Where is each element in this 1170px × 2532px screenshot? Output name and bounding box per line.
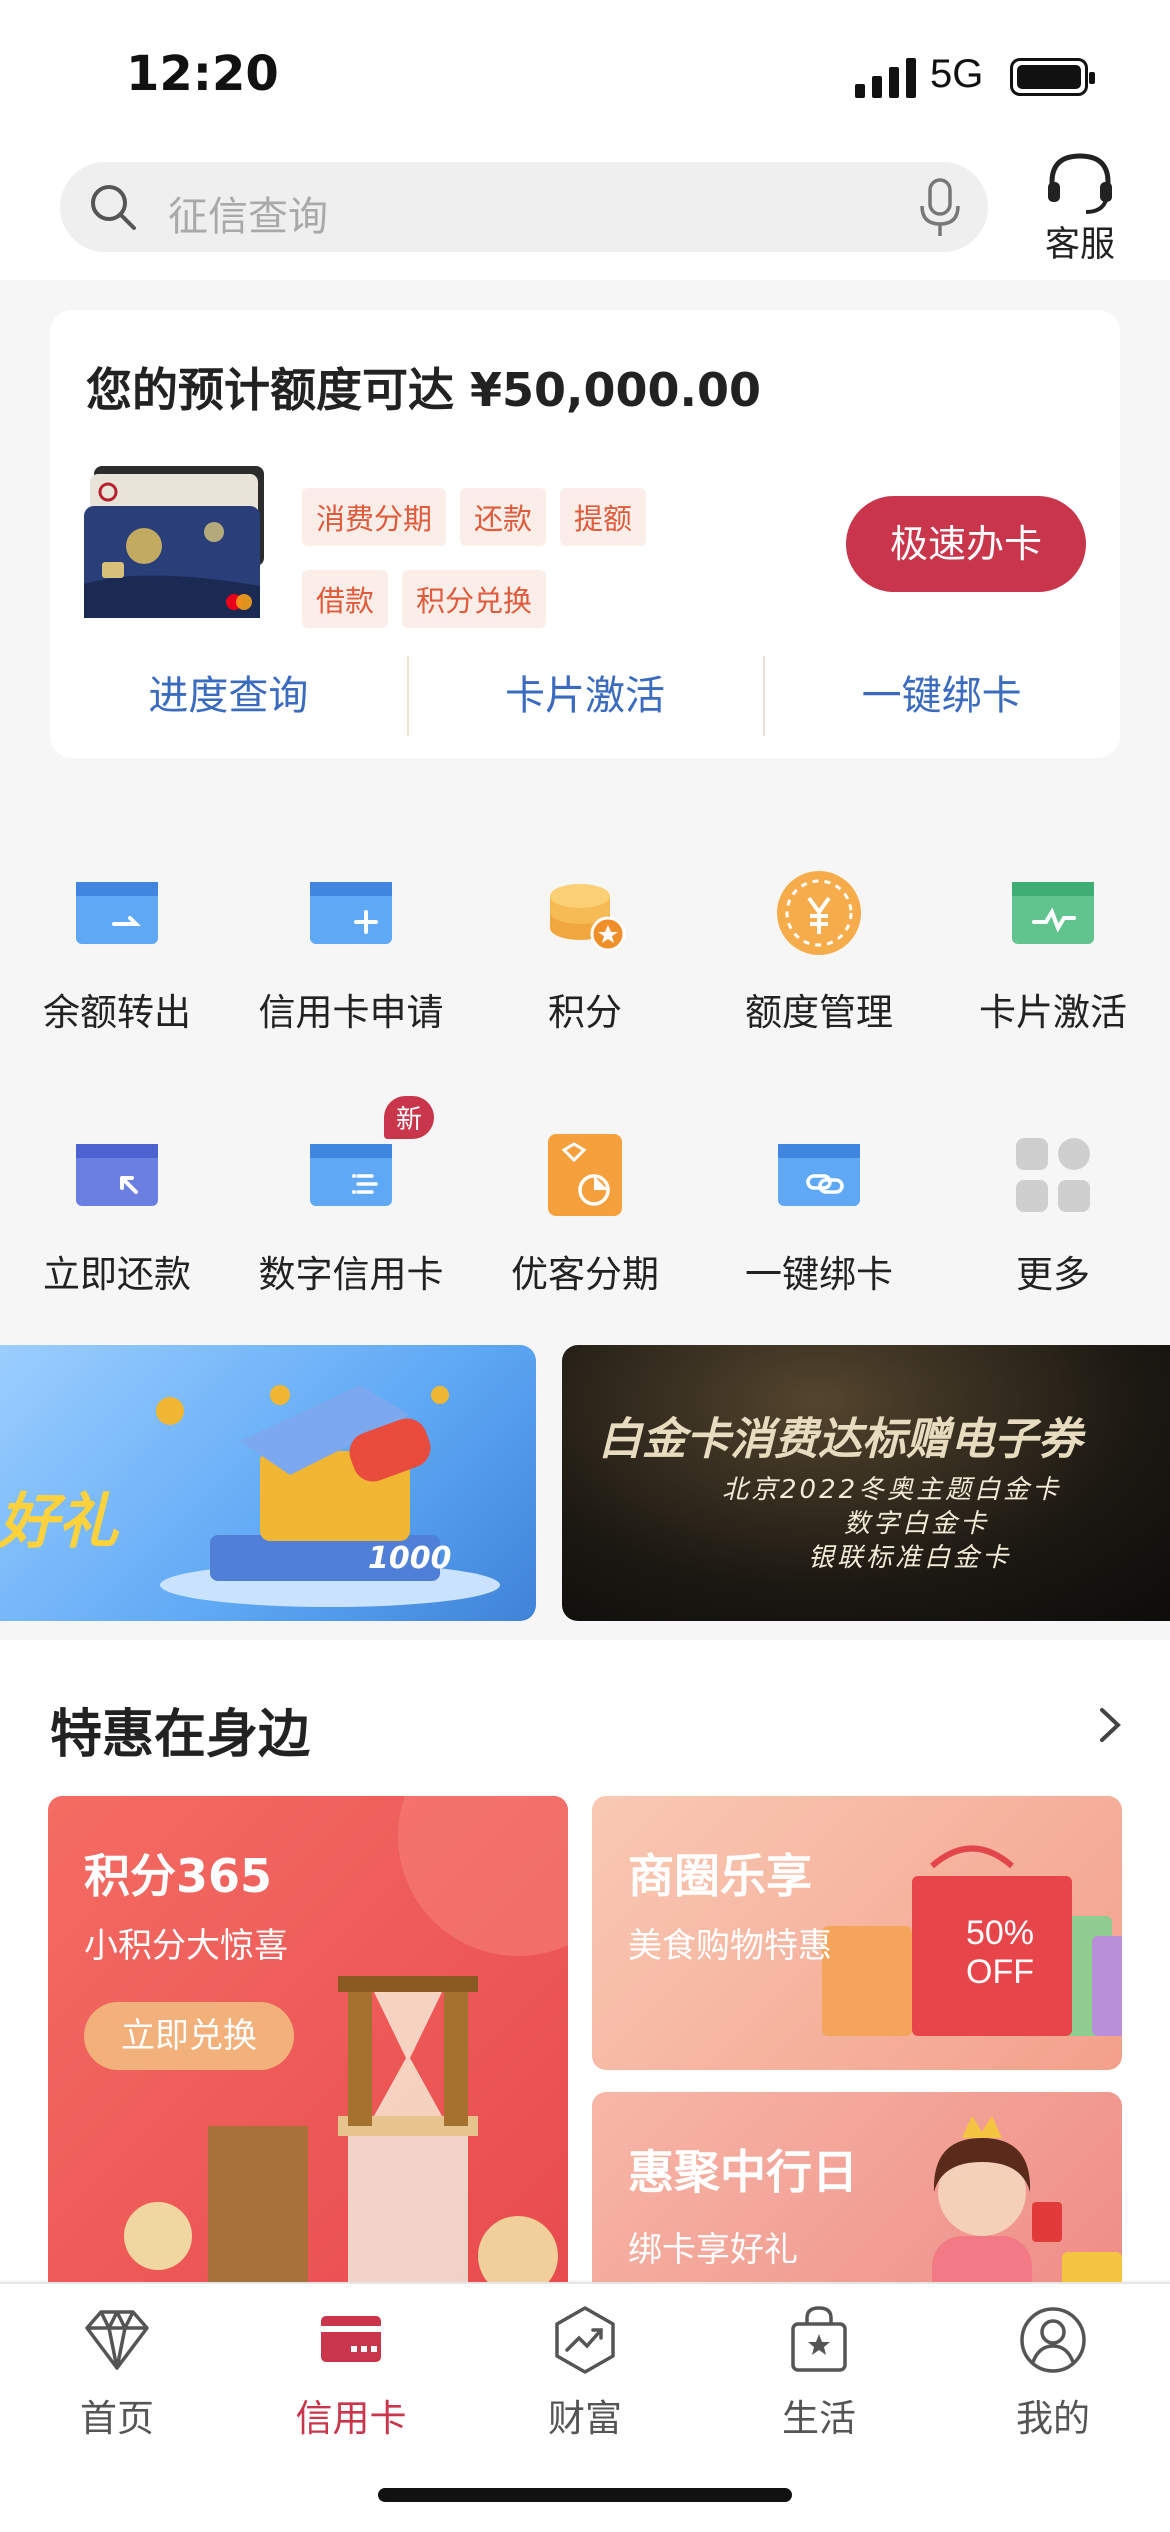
service-tags: 消费分期 还款 提额借款 积分兑换 [302,488,722,652]
bind-card-link[interactable]: 一键绑卡 [763,650,1120,742]
grid-item-quota-manage[interactable]: 额度管理 [702,868,936,1036]
card-activate-link[interactable]: 卡片激活 [406,650,764,742]
credit-card-panel: 您的预计额度可达 ¥50,000.00 消费分期 还款 提额借款 积分兑换 极速办卡 … [50,310,1120,758]
search-bar[interactable]: 征信查询 [60,162,988,252]
grid-label: 立即还款 [43,1253,191,1296]
quick-apply-button[interactable]: 极速办卡 [846,496,1086,592]
grid-label: 一键绑卡 [745,1253,893,1296]
tab-label: 信用卡 [295,2397,407,2440]
tab-label: 生活 [782,2397,856,2440]
banner-amount: 1000 [368,1541,452,1576]
status-time: 12:20 [126,46,279,102]
search-icon [91,185,136,230]
tab-label: 财富 [548,2397,622,2440]
grid-item-points[interactable]: 积分 [468,868,702,1036]
credit-card-image [84,466,264,618]
card-activate-icon [1012,882,1094,944]
diamond-icon [85,2310,149,2370]
points-coins-icon [550,884,626,952]
wealth-chart-icon [555,2306,615,2374]
tag-raise-limit[interactable]: 提额 [560,488,647,546]
grid-item-balance-transfer[interactable]: 余额转出 [0,868,234,1036]
profile-icon [1020,2307,1086,2373]
headset-icon [1048,153,1112,214]
banner-line-2: 数字白金卡 [844,1509,990,1539]
more-grid-icon [1016,1138,1090,1212]
grid-item-repay-now[interactable]: 立即还款 [0,1130,234,1298]
card-quick-links: 进度查询 卡片激活 一键绑卡 [50,650,1120,742]
installment-icon [548,1134,622,1216]
offer-main-title: 积分365 [84,1849,273,1903]
offer-main-subtitle: 小积分大惊喜 [84,1926,288,1966]
battery-icon [1010,58,1095,96]
discount-badge: 50% OFF [965,1914,1035,1991]
grid-label: 数字信用卡 [258,1253,444,1296]
tag-loan[interactable]: 借款 [302,570,389,628]
grid-label: 积分 [548,991,622,1034]
microphone-icon[interactable] [918,178,962,238]
status-bar: 12:20 5G [0,0,1170,150]
transfer-out-card-icon [76,882,158,944]
quota-yuan-icon [777,871,861,955]
repay-card-icon [76,1144,158,1206]
grid-item-card-apply[interactable]: 信用卡申请 [234,868,468,1036]
function-grid: 余额转出 信用卡申请 积分 额度管理 卡片激活 立即还款 新 数字信用卡 优客分… [0,800,1170,1330]
tab-life[interactable]: 生活 [702,2304,936,2442]
redeem-now-button[interactable]: 立即兑换 [84,2002,294,2070]
offer-a-subtitle: 美食购物特惠 [628,1926,832,1966]
tab-home[interactable]: 首页 [0,2304,234,2442]
network-type: 5G [930,52,984,96]
grid-label: 优客分期 [511,1253,659,1296]
tag-points-redeem[interactable]: 积分兑换 [402,570,547,628]
tag-repay[interactable]: 还款 [460,488,547,546]
offer-b-subtitle: 绑卡享好礼 [628,2230,798,2270]
offer-shopping[interactable]: 商圈乐享 美食购物特惠 50% OFF [592,1796,1122,2070]
offer-points-365[interactable]: 积分365 小积分大惊喜 立即兑换 [48,1796,568,2296]
header: 征信查询 客服 [0,150,1170,280]
digital-card-icon [310,1144,392,1206]
banner-platinum-title: 白金卡消费达标赠电子券 [598,1414,1082,1465]
grid-item-bind-card[interactable]: 一键绑卡 [702,1130,936,1298]
offers-section: 特惠在身边 积分365 小积分大惊喜 立即兑换 商圈乐享 美食购物特惠 50% … [0,1640,1170,2342]
tag-installment[interactable]: 消费分期 [302,488,447,546]
promo-banner-platinum[interactable]: 白金卡消费达标赠电子券 北京2022冬奥主题白金卡 数字白金卡 银联标准白金卡 [562,1345,1170,1621]
tab-credit-card[interactable]: 信用卡 [234,2304,468,2442]
customer-service-button[interactable]: 客服 [1040,150,1120,267]
grid-label: 卡片激活 [979,991,1127,1034]
credit-card-icon [321,2316,381,2362]
search-input[interactable]: 征信查询 [168,184,328,242]
grid-label: 余额转出 [43,991,191,1034]
banner-line-3: 银联标准白金卡 [808,1543,1012,1573]
life-bag-icon [791,2306,847,2372]
offer-b-title: 惠聚中行日 [628,2145,858,2199]
grid-item-card-activate[interactable]: 卡片激活 [936,868,1170,1036]
new-badge: 新 [384,1096,435,1139]
tab-profile[interactable]: 我的 [936,2304,1170,2442]
estimated-quota-text: 您的预计额度可达 ¥50,000.00 [86,363,762,417]
tab-label: 首页 [80,2397,154,2440]
banner-line-1: 北京2022冬奥主题白金卡 [722,1475,1062,1505]
signal-icon [855,58,916,98]
grid-label: 更多 [1016,1253,1090,1296]
customer-service-label: 客服 [1044,225,1115,265]
progress-query-link[interactable]: 进度查询 [50,650,407,742]
card-apply-icon [310,882,392,944]
grid-item-digital-card[interactable]: 新 数字信用卡 [234,1096,468,1298]
chevron-right-icon[interactable] [1090,1700,1130,1750]
tab-wealth[interactable]: 财富 [468,2304,702,2442]
tab-label: 我的 [1016,2397,1090,2440]
grid-label: 信用卡申请 [258,991,444,1034]
grid-item-installment[interactable]: 优客分期 [468,1130,702,1298]
grid-label: 额度管理 [745,991,893,1034]
promo-banner-gift[interactable]: 好礼 1000 [0,1345,536,1621]
home-indicator[interactable] [378,2488,792,2502]
offers-section-title: 特惠在身边 [50,1705,311,1765]
banner-gift-text: 好礼 [0,1487,118,1557]
offer-a-title: 商圈乐享 [628,1849,812,1903]
bind-card-icon [778,1144,860,1206]
gift-box-illustration [156,1385,500,1607]
grid-item-more[interactable]: 更多 [936,1130,1170,1298]
